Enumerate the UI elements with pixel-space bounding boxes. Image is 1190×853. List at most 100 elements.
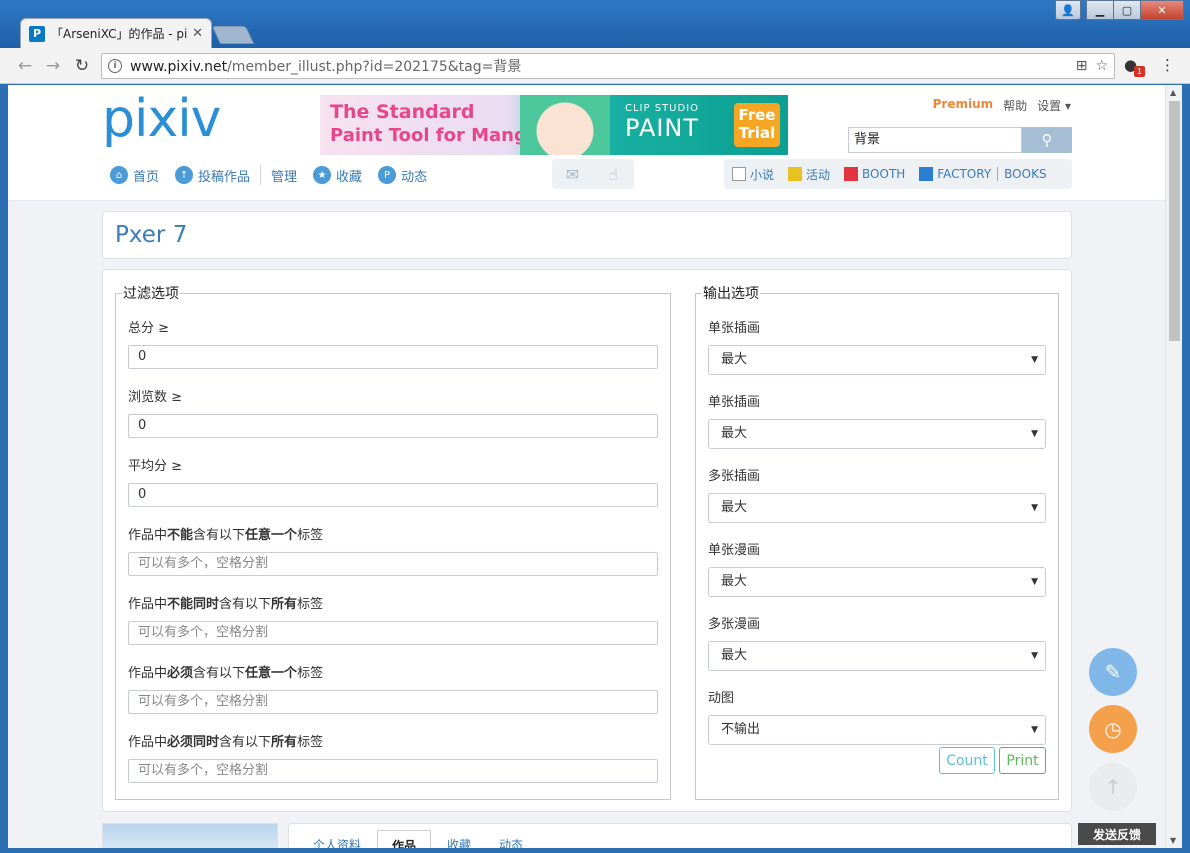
ad-banner[interactable]: The Standard Paint Tool for Manga CLIP S…: [320, 95, 788, 155]
factory-icon: [919, 167, 934, 181]
pixiv-logo[interactable]: pixiv: [102, 89, 221, 149]
clock-fab-button[interactable]: ◷: [1089, 705, 1137, 753]
nav-home[interactable]: ⌂ 首页: [110, 166, 159, 185]
site-header: pixiv The Standard Paint Tool for Manga …: [8, 85, 1165, 201]
pencil-icon: ✎: [1104, 660, 1122, 684]
nav-event[interactable]: 活动: [788, 166, 830, 183]
require-all-tags-input[interactable]: 可以有多个，空格分割: [128, 759, 658, 783]
select-value: 最大: [721, 648, 748, 663]
single-manga-select[interactable]: 最大 ▼: [708, 567, 1046, 597]
select-value: 最大: [721, 352, 748, 367]
menu-kebab-icon[interactable]: ⋮: [1160, 56, 1175, 74]
scrollbar-thumb[interactable]: [1169, 101, 1180, 341]
tab-profile[interactable]: 个人资料: [313, 836, 361, 848]
premium-link[interactable]: Premium: [933, 97, 994, 114]
service-nav: 小说 活动 BOOTH FACTORY BOOKS: [724, 159, 1072, 189]
nav-factory-label: FACTORY: [937, 167, 992, 181]
back-arrow-icon[interactable]: ←: [14, 55, 36, 77]
profile-cover-image: [102, 823, 278, 848]
nav-upload[interactable]: ↑ 投稿作品: [175, 166, 250, 185]
multi-illust-select[interactable]: 最大 ▼: [708, 493, 1046, 523]
select-value: 不输出: [721, 722, 761, 737]
nav-booth[interactable]: BOOTH: [844, 167, 905, 181]
banner-line1: The Standard: [330, 101, 475, 123]
forward-arrow-icon[interactable]: →: [42, 55, 64, 77]
nav-books[interactable]: BOOKS: [1004, 167, 1046, 181]
print-button[interactable]: Print: [999, 747, 1046, 774]
banner-line2: Paint Tool for Manga: [330, 125, 540, 146]
tab-close-icon[interactable]: ✕: [192, 26, 203, 41]
help-link[interactable]: 帮助: [1003, 97, 1027, 114]
nav-event-label: 活动: [806, 167, 831, 182]
search-input[interactable]: 背景: [848, 127, 1022, 153]
filter-legend: 过滤选项: [123, 286, 179, 302]
scroll-down-arrow-icon[interactable]: ▼: [1170, 836, 1176, 845]
mail-icon[interactable]: ✉: [552, 159, 593, 189]
upload-icon: ↑: [175, 166, 194, 184]
nav-manage[interactable]: 管理: [271, 166, 297, 185]
url-text: www.pixiv.net/member_illust.php?id=20217…: [130, 59, 522, 75]
banner-character-image: [520, 95, 610, 155]
multi-manga-select[interactable]: 最大 ▼: [708, 641, 1046, 671]
scroll-top-button[interactable]: ↑: [1089, 763, 1137, 811]
user-icon[interactable]: 👤: [1055, 0, 1081, 20]
browser-tab[interactable]: P 「ArseniXC」的作品 - pixiv ✕: [20, 18, 212, 48]
clock-icon: ◷: [1104, 717, 1122, 741]
address-bar[interactable]: i www.pixiv.net/member_illust.php?id=202…: [101, 53, 1115, 79]
single-illust-label: 单张插画: [708, 321, 761, 336]
single-illust-select[interactable]: 最大 ▼: [708, 345, 1046, 375]
nav-upload-label: 投稿作品: [198, 169, 251, 185]
vertical-scrollbar[interactable]: ▲ ▼: [1165, 85, 1182, 848]
average-input[interactable]: 0: [128, 483, 658, 507]
reload-icon[interactable]: ↻: [71, 55, 93, 77]
exclude-all-tags-input[interactable]: 可以有多个，空格分割: [128, 621, 658, 645]
tab-feed[interactable]: 动态: [499, 836, 523, 848]
scroll-up-arrow-icon[interactable]: ▲: [1170, 88, 1176, 97]
exclude-any-tag-input[interactable]: 可以有多个，空格分割: [128, 552, 658, 576]
maximize-button[interactable]: ▢: [1113, 0, 1141, 20]
ugoira-select[interactable]: 不输出 ▼: [708, 715, 1046, 745]
single-manga-label: 单张漫画: [708, 543, 761, 558]
close-window-button[interactable]: ✕: [1140, 0, 1184, 20]
nav-divider: [260, 165, 262, 185]
dropdown-arrow-icon: ▼: [1031, 725, 1038, 735]
pencil-fab-button[interactable]: ✎: [1089, 648, 1137, 696]
dropdown-arrow-icon: ▼: [1031, 503, 1038, 513]
pxer-title: Pxer 7: [115, 222, 188, 248]
banner-brand-big: PAINT: [625, 114, 700, 142]
tab-works[interactable]: 作品: [377, 830, 432, 848]
new-tab-button[interactable]: [211, 26, 255, 44]
arrow-up-icon: ↑: [1104, 775, 1122, 799]
nav-factory[interactable]: FACTORY: [919, 167, 991, 181]
require-any-tag-input[interactable]: 可以有多个，空格分割: [128, 690, 658, 714]
single-illust-select-2[interactable]: 最大 ▼: [708, 419, 1046, 449]
info-icon[interactable]: i: [108, 59, 122, 73]
average-label: 平均分 ≥: [128, 459, 183, 474]
tab-title: 「ArseniXC」的作品 - pixiv: [51, 27, 188, 41]
nav-novel[interactable]: 小说: [732, 166, 774, 183]
search-button[interactable]: ⚲: [1022, 127, 1072, 153]
nav-feed-label: 动态: [401, 169, 428, 185]
settings-link[interactable]: 设置 ▾: [1037, 97, 1071, 114]
nav-bookmarks-label: 收藏: [336, 169, 363, 185]
pixiv-favicon-icon: P: [29, 25, 45, 42]
nav-bookmarks[interactable]: ★ 收藏: [313, 166, 362, 185]
count-button[interactable]: Count: [939, 747, 995, 774]
translate-icon[interactable]: ⊞: [1076, 58, 1088, 74]
select-value: 最大: [721, 574, 748, 589]
score-input[interactable]: 0: [128, 345, 658, 369]
bookmark-star-icon[interactable]: ☆: [1095, 58, 1108, 74]
views-input[interactable]: 0: [128, 414, 658, 438]
select-value: 最大: [721, 426, 748, 441]
multi-manga-label: 多张漫画: [708, 617, 761, 632]
feedback-button[interactable]: 发送反馈: [1078, 823, 1156, 845]
minimize-button[interactable]: ▁: [1086, 0, 1114, 20]
extension-badge: 1: [1134, 66, 1145, 77]
views-label: 浏览数 ≥: [128, 390, 183, 405]
nav-feed[interactable]: P 动态: [378, 166, 427, 185]
free-trial-badge: Free Trial: [734, 103, 780, 147]
tab-bookmarks[interactable]: 收藏: [447, 836, 471, 848]
notification-icon[interactable]: ☝: [593, 159, 634, 189]
top-links: Premium 帮助 设置 ▾: [933, 97, 1071, 114]
select-value: 最大: [721, 500, 748, 515]
